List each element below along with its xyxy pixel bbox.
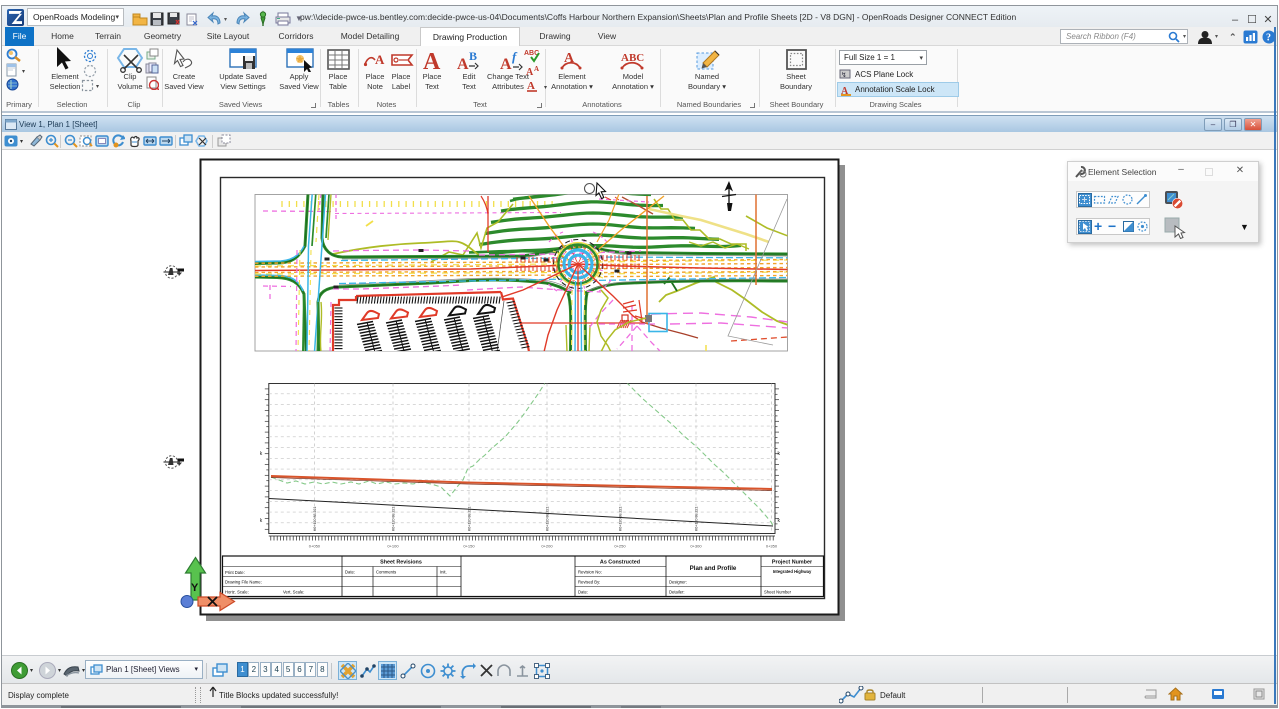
svg-text:Print Date:: Print Date: [225,570,245,575]
svg-text:K0+120 88.221: K0+120 88.221 [392,507,396,531]
svg-text:Revision No:: Revision No: [578,570,602,575]
svg-text:K0+120 88.221: K0+120 88.221 [695,507,699,531]
svg-text:Integrated Highway: Integrated Highway [773,569,812,574]
svg-text:Vert. Scale:: Vert. Scale: [283,590,304,595]
svg-text:K0+120 88.221: K0+120 88.221 [619,507,623,531]
svg-text:Date:: Date: [578,590,588,595]
svg-text:Y: Y [191,582,199,594]
svg-text:0+250: 0+250 [614,544,626,549]
svg-text:f: f [512,49,518,64]
svg-text:K0+120 88.221: K0+120 88.221 [546,507,550,531]
svg-text:As Constructed: As Constructed [600,560,640,566]
svg-text:A: A [457,56,469,72]
svg-text:Comments: Comments [376,570,396,575]
svg-text:0+300: 0+300 [690,544,702,549]
svg-text:B: B [469,49,477,63]
svg-text:Init.: Init. [440,570,447,575]
svg-text:0+100: 0+100 [387,544,399,549]
svg-text:Designer:: Designer: [669,580,687,585]
svg-text:0+150: 0+150 [463,544,475,549]
svg-text:Sheet Number: Sheet Number [764,590,792,595]
svg-text:Detailer:: Detailer: [669,590,685,595]
svg-text:A: A [423,49,441,72]
svg-text:A: A [500,56,512,72]
svg-text:Plan and Profile: Plan and Profile [690,565,737,572]
svg-text:K0+120 88.221: K0+120 88.221 [313,507,317,531]
svg-text:Project Number: Project Number [772,560,813,566]
svg-text:Date:: Date: [345,570,355,575]
svg-text:Drawing File Name:: Drawing File Name: [225,580,262,585]
svg-text:0+050: 0+050 [309,544,321,549]
svg-text:↯: ↯ [841,71,847,79]
svg-text:Horiz. Scale:: Horiz. Scale: [225,590,249,595]
svg-text:K0+120 88.221: K0+120 88.221 [468,507,472,531]
svg-text:Revised By:: Revised By: [578,580,600,585]
svg-text:Sheet Revisions: Sheet Revisions [380,560,422,566]
svg-text:A: A [375,52,385,67]
svg-text:0+350: 0+350 [766,544,778,549]
svg-text:?: ? [1266,33,1271,44]
svg-text:0+200: 0+200 [541,544,553,549]
